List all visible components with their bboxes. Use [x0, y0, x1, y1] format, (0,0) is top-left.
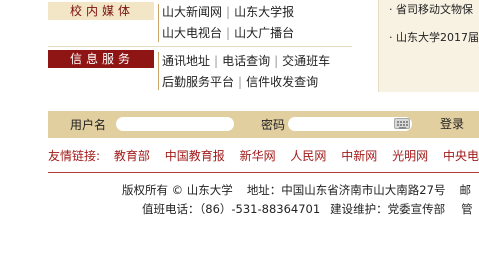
username-label: 用户名: [70, 118, 107, 132]
phone-text: 值班电话：（86）-531-88364701: [142, 202, 321, 216]
news-panel: · 省司移动文物保 · 山东大学2017届: [378, 0, 479, 92]
tab-campus-media: 校内媒体: [48, 2, 154, 20]
tab-info-services: 信息服务: [48, 50, 154, 68]
info-links-row-2: 后勤服务平台 | 信件收发查询: [162, 75, 319, 89]
link-sdu-news[interactable]: 山大新闻网: [162, 5, 222, 19]
friend-link-moe[interactable]: 教育部: [114, 149, 150, 163]
link-phone-lookup[interactable]: 电话查询: [222, 54, 270, 68]
address-text: 地址：中国山东省济南市山大南路27号: [246, 183, 446, 197]
divider: [158, 4, 159, 42]
link-sdu-paper[interactable]: 山东大学报: [234, 5, 294, 19]
footer-trailing-text: 管: [461, 202, 473, 216]
password-label: 密码: [261, 118, 286, 132]
friend-link-cctv[interactable]: 中央电视: [443, 149, 479, 163]
link-logistics-platform[interactable]: 后勤服务平台: [162, 75, 234, 89]
link-mail-address[interactable]: 通讯地址: [162, 54, 210, 68]
link-sdu-radio[interactable]: 山大广播台: [234, 26, 294, 40]
info-links-row-1: 通讯地址 | 电话查询 | 交通班车: [162, 54, 331, 68]
friend-links-row: 友情链接: 教育部 中国教育报 新华网 人民网 中新网 光明网 中央电视: [48, 148, 479, 164]
friend-link-china-education-daily[interactable]: 中国教育报: [165, 149, 225, 163]
footer-trailing-text: 邮: [459, 183, 471, 197]
friend-links-label: 友情链接:: [48, 149, 101, 163]
login-button[interactable]: 登录: [440, 117, 464, 131]
footer-line-1: 版权所有 © 山东大学 地址：中国山东省济南市山大南路27号邮: [122, 183, 471, 197]
friend-link-people[interactable]: 人民网: [290, 149, 326, 163]
friend-link-chinanews[interactable]: 中新网: [341, 149, 377, 163]
link-mail-tracking[interactable]: 信件收发查询: [246, 75, 318, 89]
divider: [48, 172, 479, 173]
copyright-text: 版权所有 © 山东大学: [122, 183, 233, 197]
login-bar: 用户名 密码 登录: [48, 111, 479, 138]
media-links-row-1: 山大新闻网 | 山东大学报: [162, 5, 295, 19]
link-sdu-tv[interactable]: 山大电视台: [162, 26, 222, 40]
link-shuttle-bus[interactable]: 交通班车: [282, 54, 330, 68]
friend-link-gmw[interactable]: 光明网: [392, 149, 428, 163]
username-input[interactable]: [116, 117, 234, 131]
friend-link-xinhua[interactable]: 新华网: [240, 149, 276, 163]
maintainer-text: 建设维护：党委宣传部: [330, 202, 446, 216]
divider: [48, 46, 352, 47]
media-links-row-2: 山大电视台 | 山大广播台: [162, 26, 295, 40]
divider: [158, 52, 159, 90]
footer-line-2: 值班电话：（86）-531-88364701 建设维护：党委宣传部 管: [142, 202, 473, 216]
news-item[interactable]: · 山东大学2017届: [389, 31, 479, 45]
keyboard-icon[interactable]: [394, 118, 410, 129]
news-item[interactable]: · 省司移动文物保: [389, 3, 473, 17]
